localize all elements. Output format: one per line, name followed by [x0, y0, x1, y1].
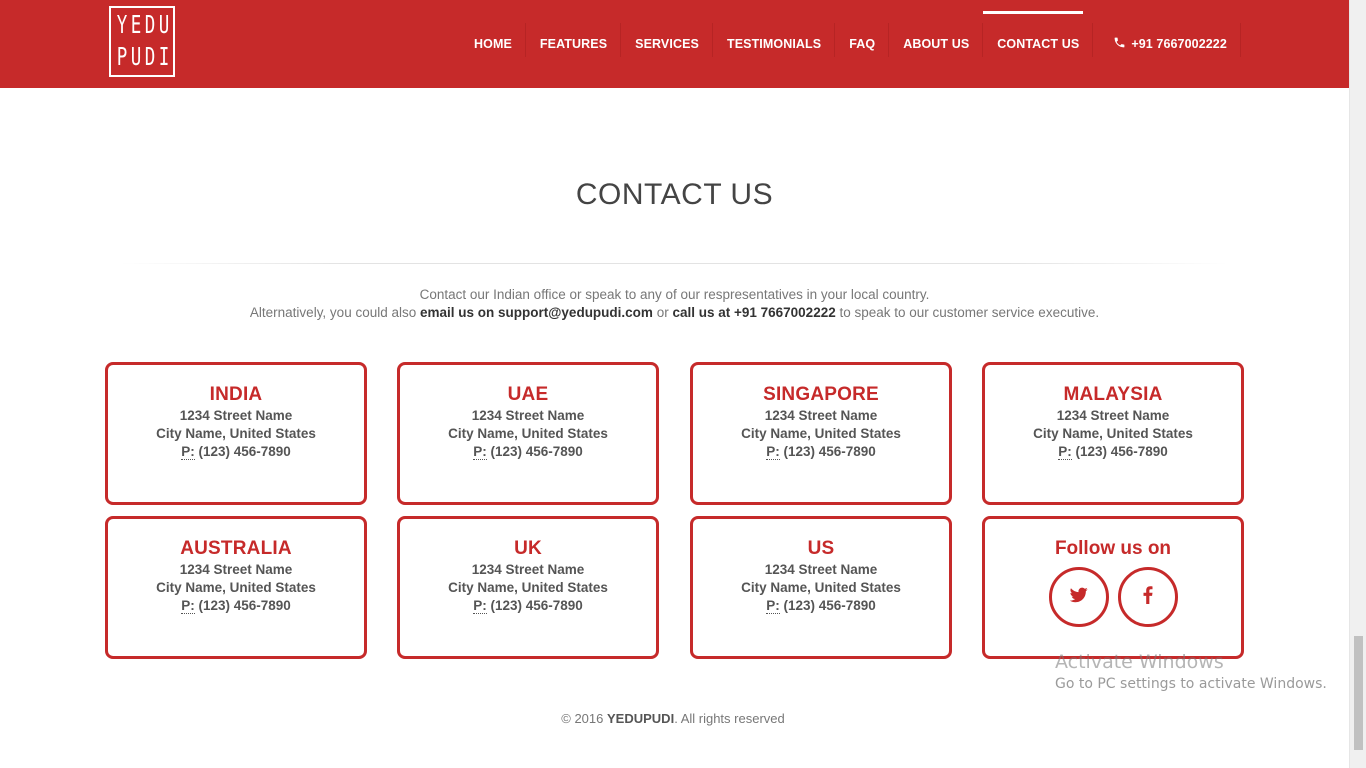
office-street: 1234 Street Name: [179, 408, 293, 423]
office-street: 1234 Street Name: [471, 562, 585, 577]
office-name: UK: [514, 538, 542, 559]
vertical-scrollbar[interactable]: [1349, 0, 1366, 768]
office-city: City Name, United States: [741, 426, 901, 441]
phone-label: P:: [181, 444, 195, 460]
office-name: AUSTRALIA: [180, 538, 292, 559]
intro-suffix: to speak to our customer service executi…: [835, 305, 1100, 320]
office-phone-line: P: (123) 456-7890: [693, 597, 949, 615]
nav-testimonials[interactable]: TESTIMONIALS: [713, 0, 836, 88]
follow-us-card: Follow us on: [982, 516, 1244, 659]
office-phone: (123) 456-7890: [779, 598, 876, 613]
facebook-button[interactable]: [1117, 567, 1178, 627]
office-street: 1234 Street Name: [764, 562, 878, 577]
office-city: City Name, United States: [156, 426, 316, 441]
logo-letter: U: [158, 10, 170, 39]
office-card-singapore: SINGAPORE 1234 Street Name City Name, Un…: [690, 362, 952, 505]
nav-features[interactable]: FEATURES: [526, 0, 622, 88]
twitter-button[interactable]: [1048, 567, 1109, 627]
office-card-india: INDIA 1234 Street Name City Name, United…: [105, 362, 367, 505]
phone-label: P:: [1058, 444, 1072, 460]
nav-phone-number: +91 7667002222: [1131, 37, 1227, 51]
follow-us-title: Follow us on: [1054, 538, 1172, 559]
footer-prefix: © 2016: [561, 711, 607, 726]
office-phone-line: P: (123) 456-7890: [693, 443, 949, 461]
intro-mid: or: [652, 305, 673, 320]
phone-icon: [1113, 36, 1126, 52]
office-city: City Name, United States: [448, 426, 608, 441]
logo-letter: D: [144, 42, 156, 71]
footer-brand: YEDUPUDI: [607, 711, 675, 726]
office-phone-line: P: (123) 456-7890: [985, 443, 1241, 461]
intro-call-link[interactable]: call us at +91 7667002222: [672, 305, 835, 320]
office-phone: (123) 456-7890: [486, 598, 583, 613]
office-card-uae: UAE 1234 Street Name City Name, United S…: [397, 362, 659, 505]
phone-label: P:: [473, 598, 487, 614]
logo-letter: I: [158, 42, 170, 71]
phone-label: P:: [766, 444, 780, 460]
logo-letter: U: [130, 42, 142, 71]
section-divider: [120, 263, 1229, 264]
footer-copyright: © 2016 YEDUPUDI. All rights reserved: [0, 711, 1346, 726]
office-phone-line: P: (123) 456-7890: [400, 597, 656, 615]
office-name: US: [807, 538, 835, 559]
office-phone: (123) 456-7890: [194, 444, 291, 459]
office-phone-line: P: (123) 456-7890: [400, 443, 656, 461]
office-card-uk: UK 1234 Street Name City Name, United St…: [397, 516, 659, 659]
office-phone: (123) 456-7890: [1071, 444, 1168, 459]
office-name: MALAYSIA: [1063, 384, 1163, 405]
activation-watermark-title: Activate Windows: [1055, 651, 1224, 673]
footer-suffix: . All rights reserved: [674, 711, 785, 726]
scrollbar-thumb[interactable]: [1354, 636, 1363, 750]
top-navbar: Y E D U P U D I HOME FEATURES SERVICES T…: [0, 0, 1349, 88]
office-street: 1234 Street Name: [1056, 408, 1170, 423]
office-city: City Name, United States: [1033, 426, 1193, 441]
logo-top-row: Y E D U: [111, 10, 173, 40]
intro-line-1: Contact our Indian office or speak to an…: [419, 287, 930, 302]
intro-email-link[interactable]: email us on support@yedupudi.com: [420, 305, 653, 320]
office-phone-line: P: (123) 456-7890: [108, 443, 364, 461]
office-phone-line: P: (123) 456-7890: [108, 597, 364, 615]
office-phone: (123) 456-7890: [779, 444, 876, 459]
main-nav: HOME FEATURES SERVICES TESTIMONIALS FAQ …: [460, 0, 1241, 88]
nav-phone-link[interactable]: +91 7667002222: [1093, 0, 1241, 88]
intro-prefix: Alternatively, you could also: [249, 305, 420, 320]
activation-watermark-subtitle: Go to PC settings to activate Windows.: [1055, 676, 1327, 692]
office-card-us: US 1234 Street Name City Name, United St…: [690, 516, 952, 659]
twitter-icon: [1069, 587, 1088, 608]
office-card-australia: AUSTRALIA 1234 Street Name City Name, Un…: [105, 516, 367, 659]
social-links: [985, 567, 1241, 627]
logo-bottom-row: P U D I: [111, 42, 173, 72]
office-street: 1234 Street Name: [471, 408, 585, 423]
nav-about-us[interactable]: ABOUT US: [889, 0, 984, 88]
intro-line-2: Alternatively, you could also email us o…: [0, 305, 1349, 320]
facebook-icon: [1143, 585, 1153, 609]
logo-letter: E: [130, 10, 142, 39]
nav-faq[interactable]: FAQ: [835, 0, 890, 88]
office-city: City Name, United States: [448, 580, 608, 595]
office-street: 1234 Street Name: [179, 562, 293, 577]
office-name: UAE: [507, 384, 549, 405]
office-name: SINGAPORE: [763, 384, 879, 405]
office-city: City Name, United States: [741, 580, 901, 595]
office-phone: (123) 456-7890: [486, 444, 583, 459]
logo-letter: Y: [116, 10, 128, 39]
office-card-malaysia: MALAYSIA 1234 Street Name City Name, Uni…: [982, 362, 1244, 505]
page-title: CONTACT US: [575, 178, 774, 211]
logo-letter: P: [116, 42, 128, 71]
nav-home[interactable]: HOME: [460, 0, 526, 88]
phone-label: P:: [473, 444, 487, 460]
office-city: City Name, United States: [156, 580, 316, 595]
office-street: 1234 Street Name: [764, 408, 878, 423]
nav-services[interactable]: SERVICES: [621, 0, 713, 88]
phone-label: P:: [766, 598, 780, 614]
office-name: INDIA: [209, 384, 263, 405]
office-phone: (123) 456-7890: [194, 598, 291, 613]
nav-contact-us[interactable]: CONTACT US: [983, 0, 1094, 88]
phone-label: P:: [181, 598, 195, 614]
logo-letter: D: [144, 10, 156, 39]
logo[interactable]: Y E D U P U D I: [109, 6, 175, 77]
